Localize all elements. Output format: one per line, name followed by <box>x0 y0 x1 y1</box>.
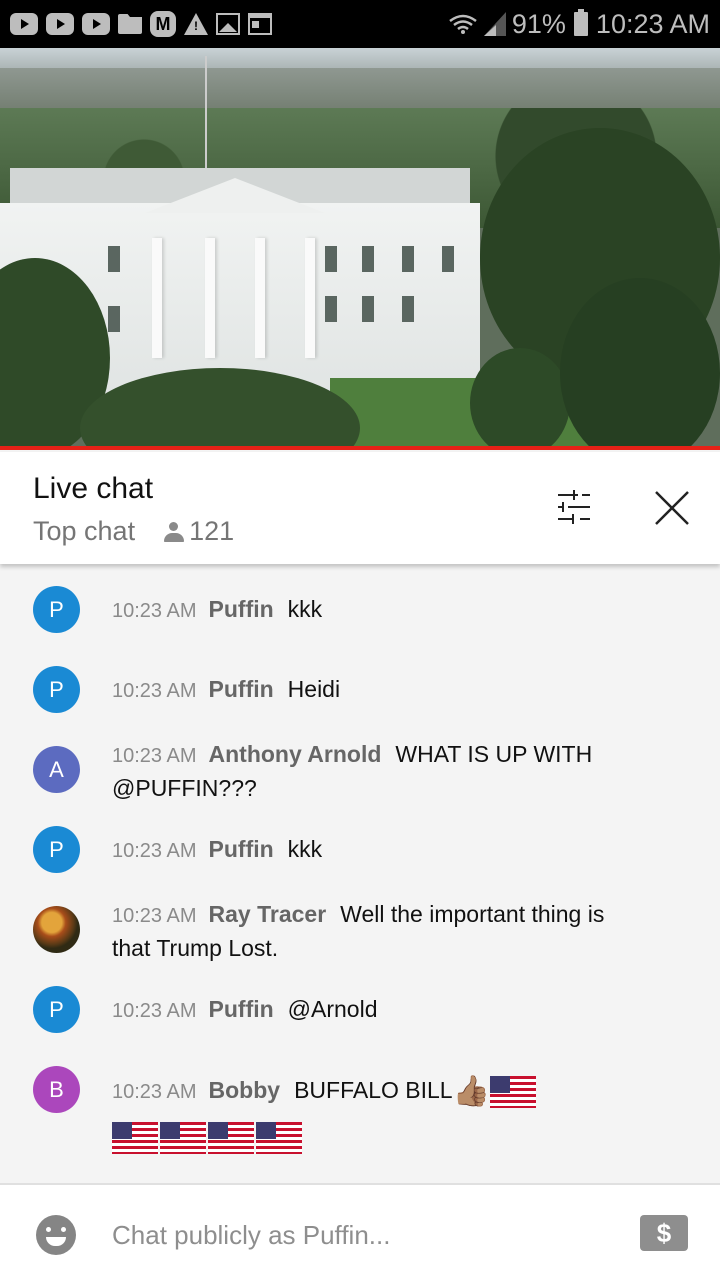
us-flag-emoji <box>256 1121 302 1154</box>
app: M ! 91% 10:23 AM Live chat Top chat 121 … <box>0 0 720 1280</box>
video-player[interactable] <box>0 48 720 450</box>
message-timestamp: 10:23 AM <box>112 600 197 622</box>
us-flag-emoji <box>160 1121 206 1154</box>
avatar[interactable]: P <box>33 986 80 1033</box>
dollar-icon: $ <box>656 1217 672 1248</box>
youtube-icon <box>46 13 74 35</box>
close-icon <box>655 491 689 525</box>
message-content: 10:23 AM Puffin kkk <box>112 593 612 627</box>
message-author[interactable]: Puffin <box>209 596 274 622</box>
tree <box>470 348 570 450</box>
system-status: 91% 10:23 AM <box>448 9 710 40</box>
warning-icon: ! <box>184 13 208 35</box>
news-icon <box>248 13 272 35</box>
message-content: 10:23 AM Anthony Arnold WHAT IS UP WITH @P… <box>112 738 602 804</box>
person-icon <box>163 521 185 543</box>
youtube-icon <box>10 13 38 35</box>
message-text: kkk <box>287 596 323 622</box>
folder-icon <box>118 14 142 34</box>
youtube-icon <box>82 13 110 35</box>
message-author[interactable]: Ray Tracer <box>209 901 327 927</box>
window <box>442 246 454 272</box>
message-timestamp: 10:23 AM <box>112 680 197 702</box>
super-chat-button[interactable]: $ <box>640 1215 688 1251</box>
chat-mode-label: Top chat <box>33 516 136 546</box>
window <box>108 306 120 332</box>
column <box>205 238 215 358</box>
column <box>255 238 265 358</box>
avatar[interactable]: A <box>33 746 80 793</box>
thumbs-up-emoji: 👍🏽 <box>452 1074 490 1108</box>
message-timestamp: 10:23 AM <box>112 1081 197 1103</box>
live-chat-header: Live chat Top chat 121 <box>0 452 720 564</box>
avatar[interactable]: P <box>33 666 80 713</box>
column <box>305 238 315 358</box>
message-content: 10:23 AM Puffin @Arnold <box>112 993 612 1027</box>
emoji-picker-button[interactable] <box>36 1215 76 1255</box>
cell-signal-icon <box>483 12 506 36</box>
viewer-count-value: 121 <box>189 516 235 546</box>
us-flag-emoji <box>208 1121 254 1154</box>
message-text: @Arnold <box>287 996 378 1022</box>
white-house-pediment <box>145 178 325 213</box>
viewer-count: 121 <box>163 516 234 547</box>
avatar-photo[interactable] <box>33 906 80 953</box>
message-content: 10:23 AM Puffin kkk <box>112 833 612 867</box>
message-content: 10:23 AM Bobby BUFFALO BILL👍🏽 <box>112 1068 572 1158</box>
avatar[interactable]: B <box>33 1066 80 1113</box>
window <box>362 296 374 322</box>
status-bar: M ! 91% 10:23 AM <box>0 0 720 48</box>
image-icon <box>216 13 240 35</box>
window <box>402 246 414 272</box>
window <box>402 296 414 322</box>
battery-icon <box>573 9 588 36</box>
message-author[interactable]: Bobby <box>209 1077 281 1103</box>
message-author[interactable]: Puffin <box>209 996 274 1022</box>
chat-mode-selector[interactable]: Top chat 121 <box>33 516 234 547</box>
chat-filter-button[interactable] <box>552 488 596 528</box>
column <box>152 238 162 358</box>
m-app-icon: M <box>150 11 176 37</box>
message-content: 10:23 AM Ray Tracer Well the important thi… <box>112 898 612 964</box>
close-chat-button[interactable] <box>650 486 694 530</box>
message-text: BUFFALO BILL <box>294 1077 453 1103</box>
us-flag-emoji <box>489 1075 536 1108</box>
clock: 10:23 AM <box>595 8 710 39</box>
message-author[interactable]: Anthony Arnold <box>209 741 382 767</box>
video-progress-bar[interactable] <box>0 446 720 450</box>
live-chat-title: Live chat <box>33 472 154 505</box>
avatar[interactable]: P <box>33 586 80 633</box>
chat-input[interactable] <box>112 1213 592 1257</box>
window <box>325 296 337 322</box>
sliders-icon <box>558 490 590 524</box>
message-timestamp: 10:23 AM <box>112 840 197 862</box>
message-timestamp: 10:23 AM <box>112 905 197 927</box>
notification-icons: M ! <box>10 11 272 37</box>
window <box>108 246 120 272</box>
window <box>362 246 374 272</box>
message-author[interactable]: Puffin <box>209 836 274 862</box>
battery-percent: 91% <box>511 8 566 39</box>
window <box>325 246 337 272</box>
message-author[interactable]: Puffin <box>209 676 274 702</box>
message-text: kkk <box>287 836 323 862</box>
message-timestamp: 10:23 AM <box>112 1000 197 1022</box>
us-flag-emoji <box>112 1121 158 1154</box>
chat-input-bar: $ <box>0 1183 720 1280</box>
chat-message-list[interactable]: P 10:23 AM Puffin kkk P 10:23 AM Puffin Heid… <box>0 566 720 1181</box>
message-timestamp: 10:23 AM <box>112 745 197 767</box>
message-text: Heidi <box>287 676 341 702</box>
avatar[interactable]: P <box>33 826 80 873</box>
message-content: 10:23 AM Puffin Heidi <box>112 673 612 707</box>
wifi-icon <box>448 13 478 35</box>
